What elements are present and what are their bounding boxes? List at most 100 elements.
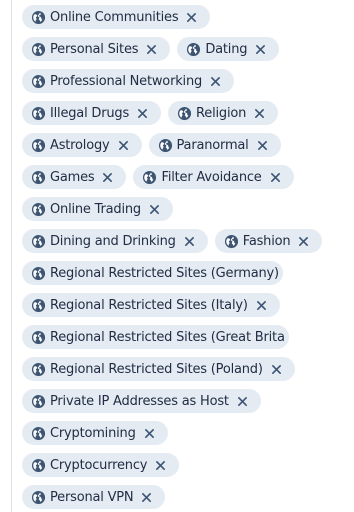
tag-label: Online Trading [50,201,141,217]
tag-chip-astrology: Astrology [22,133,142,157]
close-icon[interactable] [297,235,310,248]
tag-chip-online-communities: Online Communities [22,5,211,29]
globe-icon [31,490,46,505]
close-icon[interactable] [236,395,249,408]
tag-label: Dating [205,41,248,57]
tag-label: Private IP Addresses as Host [50,393,229,409]
tag-row: Regional Restricted Sites (Italy) [22,293,352,317]
left-divider [11,0,12,512]
tag-label: Online Communities [50,9,179,25]
tag-row: Online Trading [22,197,352,221]
close-icon[interactable] [154,459,167,472]
tag-chip-professional-networking: Professional Networking [22,69,235,93]
tag-chip-cryptocurrency: Cryptocurrency [22,453,180,477]
globe-icon [31,458,46,473]
tag-label: Dining and Drinking [50,233,176,249]
close-icon[interactable] [270,363,283,376]
tag-row: Private IP Addresses as Host [22,389,352,413]
tag-chip-games: Games [22,165,127,189]
tag-chip-regional-restricted-sites-poland: Regional Restricted Sites (Poland) [22,357,295,381]
globe-icon [31,138,46,153]
tag-label: Religion [196,105,247,121]
tag-label: Regional Restricted Sites (Italy) [50,297,248,313]
globe-icon [31,202,46,217]
tag-row: Cryptocurrency [22,453,352,477]
close-icon[interactable] [145,43,158,56]
close-icon[interactable] [183,235,196,248]
tag-row: Personal Sites Dating [22,37,352,61]
tag-label: Professional Networking [50,73,203,89]
tag-row: Personal VPN [22,485,352,509]
tag-label: Filter Avoidance [161,169,262,185]
tag-chip-regional-restricted-sites-great-brita: Regional Restricted Sites (Great Brita [22,325,289,349]
tag-row: Regional Restricted Sites (Germany) [22,261,352,285]
globe-icon [177,106,192,121]
globe-icon [31,74,46,89]
tag-chip-regional-restricted-sites-germany: Regional Restricted Sites (Germany) [22,261,283,285]
tag-label: Personal VPN [50,489,134,505]
tag-chip-cryptomining: Cryptomining [22,421,168,445]
close-icon[interactable] [209,75,222,88]
tag-chip-paranormal: Paranormal [148,133,281,157]
tag-label: Regional Restricted Sites (Great Brita [50,329,285,345]
tag-label: Regional Restricted Sites (Germany) [50,265,279,281]
close-icon[interactable] [256,139,269,152]
selected-categories-list: Online Communities Personal Sites Dating Pr… [22,5,352,509]
globe-icon [31,394,46,409]
globe-icon [186,42,201,57]
tag-chip-dating: Dating [177,37,280,61]
close-icon[interactable] [269,171,282,184]
globe-icon [158,138,173,153]
globe-icon [31,106,46,121]
tag-row: Online Communities [22,5,352,29]
tag-row: Astrology Paranormal [22,133,352,157]
globe-icon [31,330,46,345]
close-icon[interactable] [185,11,198,24]
tag-label: Illegal Drugs [50,105,130,121]
globe-icon [224,234,239,249]
tag-chip-religion: Religion [168,101,279,125]
tag-chip-personal-vpn: Personal VPN [22,485,166,509]
close-icon[interactable] [148,203,161,216]
close-icon[interactable] [254,43,267,56]
globe-icon [31,170,46,185]
globe-icon [31,10,46,25]
tag-label: Fashion [242,233,291,249]
tag-label: Personal Sites [50,41,139,57]
tag-label: Regional Restricted Sites (Poland) [50,361,263,377]
globe-icon [142,170,157,185]
close-icon[interactable] [140,491,153,504]
tag-row: Cryptomining [22,421,352,445]
tag-row: Regional Restricted Sites (Great Brita [22,325,352,349]
tag-label: Astrology [50,137,110,153]
globe-icon [31,234,46,249]
close-icon[interactable] [101,171,114,184]
tag-row: Professional Networking [22,69,352,93]
tag-chip-personal-sites: Personal Sites [22,37,171,61]
close-icon[interactable] [143,427,156,440]
tag-row: Regional Restricted Sites (Poland) [22,357,352,381]
tag-label: Paranormal [176,137,249,153]
tag-chip-filter-avoidance: Filter Avoidance [133,165,294,189]
tag-label: Cryptomining [50,425,136,441]
tag-chip-regional-restricted-sites-italy: Regional Restricted Sites (Italy) [22,293,280,317]
close-icon[interactable] [255,299,268,312]
tag-row: Dining and Drinking Fashion [22,229,352,253]
globe-icon [31,42,46,57]
globe-icon [31,298,46,313]
tag-chip-fashion: Fashion [214,229,323,253]
tag-label: Cryptocurrency [50,457,148,473]
tag-chip-illegal-drugs: Illegal Drugs [22,101,162,125]
tag-chip-online-trading: Online Trading [22,197,173,221]
close-icon[interactable] [117,139,130,152]
tag-label: Games [50,169,95,185]
tag-row: Illegal Drugs Religion [22,101,352,125]
close-icon[interactable] [253,107,266,120]
globe-icon [31,426,46,441]
tag-chip-dining-and-drinking: Dining and Drinking [22,229,208,253]
tag-row: Games Filter Avoidance [22,165,352,189]
tag-chip-private-ip-addresses-as-host: Private IP Addresses as Host [22,389,261,413]
globe-icon [31,266,46,281]
close-icon[interactable] [136,107,149,120]
globe-icon [31,362,46,377]
